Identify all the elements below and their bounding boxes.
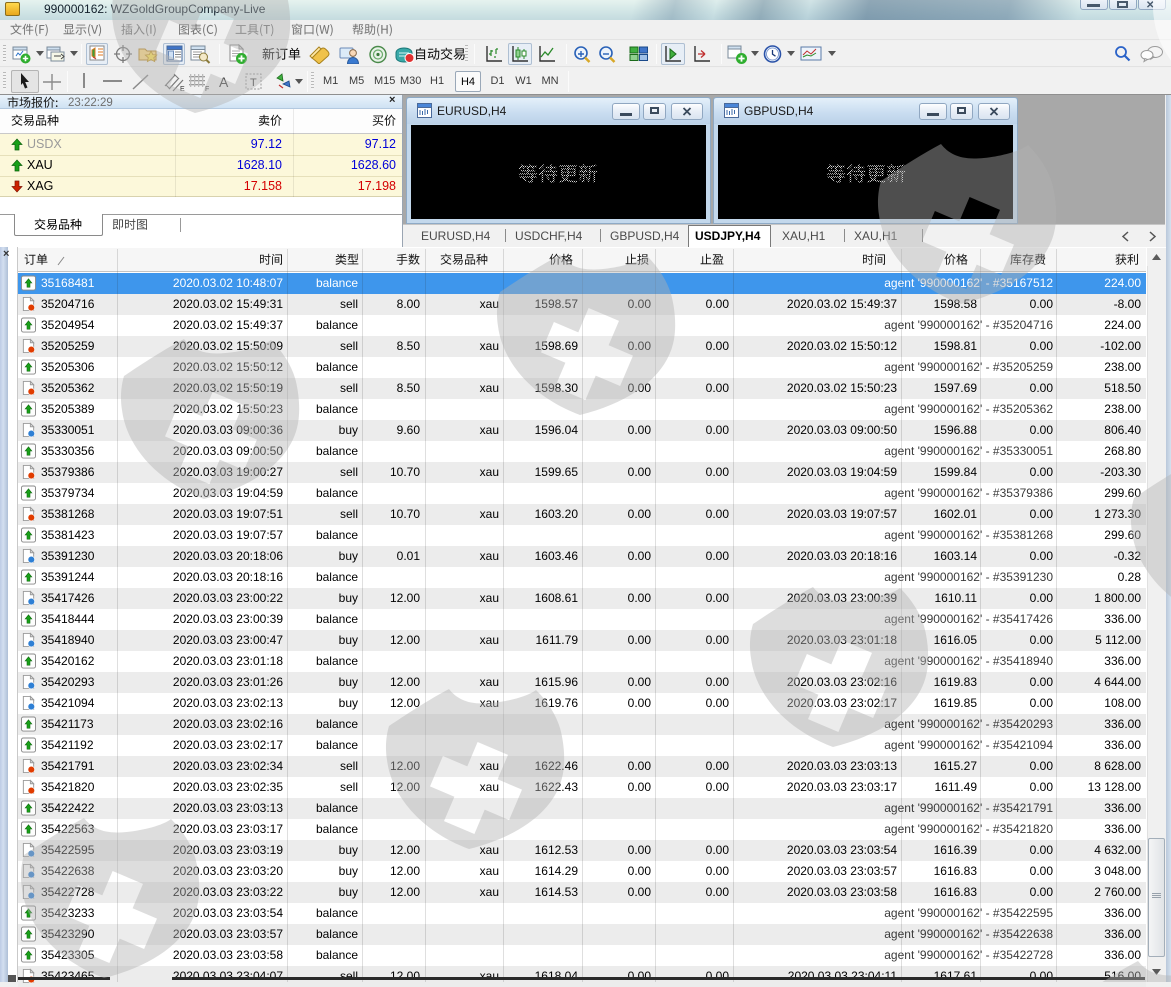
svg-text:E: E: [180, 86, 185, 92]
svg-text:T: T: [250, 77, 257, 89]
svg-text:F: F: [205, 86, 209, 92]
